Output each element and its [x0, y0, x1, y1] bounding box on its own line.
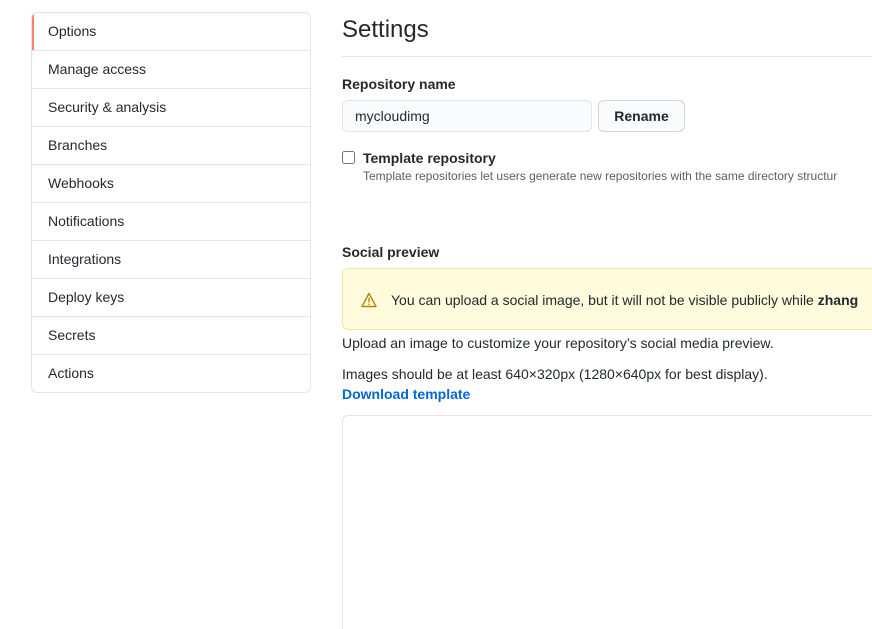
repository-name-input[interactable]: [342, 100, 592, 132]
warning-message: You can upload a social image, but it wi…: [391, 292, 859, 308]
settings-page: Options Manage access Security & analysi…: [0, 0, 872, 629]
sidebar-item-security-analysis[interactable]: Security & analysis: [32, 88, 310, 126]
warning-username: zhang: [817, 292, 859, 308]
settings-main: Settings Repository name Rename Template…: [342, 0, 872, 629]
sidebar-item-notifications[interactable]: Notifications: [32, 202, 310, 240]
social-preview-image-box[interactable]: [342, 415, 872, 629]
title-divider: [342, 56, 872, 57]
page-title: Settings: [342, 16, 429, 43]
sidebar-item-deploy-keys[interactable]: Deploy keys: [32, 278, 310, 316]
sidebar-item-integrations[interactable]: Integrations: [32, 240, 310, 278]
settings-sidebar: Options Manage access Security & analysi…: [31, 12, 311, 393]
sidebar-item-manage-access[interactable]: Manage access: [32, 50, 310, 88]
template-repository-checkbox[interactable]: [342, 151, 355, 164]
sidebar-item-actions[interactable]: Actions: [32, 354, 310, 392]
social-preview-heading: Social preview: [342, 244, 440, 260]
social-preview-description: Upload an image to customize your reposi…: [342, 335, 774, 351]
repository-name-label: Repository name: [342, 76, 456, 92]
sidebar-item-branches[interactable]: Branches: [32, 126, 310, 164]
social-preview-size-hint: Images should be at least 640×320px (128…: [342, 366, 768, 382]
template-repository-note: Template repositories let users generate…: [363, 169, 838, 183]
download-template-link[interactable]: Download template: [342, 386, 470, 402]
social-preview-warning: You can upload a social image, but it wi…: [342, 268, 872, 330]
template-repository-label[interactable]: Template repository: [363, 150, 496, 166]
alert-icon: [361, 292, 377, 308]
rename-button[interactable]: Rename: [598, 100, 685, 132]
sidebar-item-options[interactable]: Options: [32, 13, 310, 50]
sidebar-item-webhooks[interactable]: Webhooks: [32, 164, 310, 202]
sidebar-item-secrets[interactable]: Secrets: [32, 316, 310, 354]
